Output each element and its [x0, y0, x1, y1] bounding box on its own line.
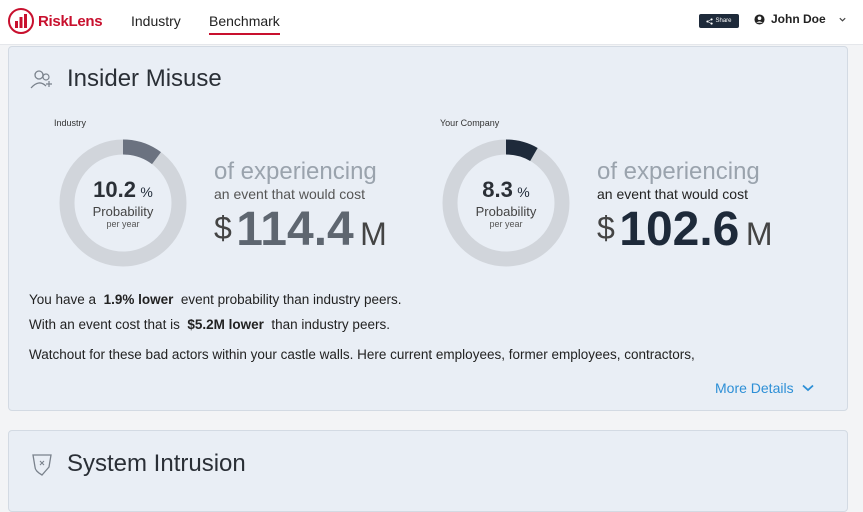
- industry-donut-center: 10.2 % Probability per year: [59, 177, 187, 229]
- share-label: Share: [715, 18, 732, 24]
- industry-currency: $: [214, 210, 232, 246]
- summary2-bold: $5.2M lower: [187, 317, 264, 332]
- chevron-down-icon: [839, 17, 846, 22]
- industry-would-cost: an event that would cost: [214, 186, 365, 202]
- nav-benchmark[interactable]: Benchmark: [209, 13, 280, 29]
- company-label: Your Company: [440, 118, 500, 128]
- risklens-logo[interactable]: RiskLens: [8, 8, 103, 34]
- company-cost-block: of experiencing an event that would cost…: [597, 160, 772, 254]
- chevron-down-icon: [801, 384, 814, 392]
- more-details-link[interactable]: More Details: [715, 380, 814, 396]
- share-icon: [706, 17, 714, 25]
- top-bar: RiskLens Industry Benchmark Share John D…: [0, 0, 863, 45]
- card-title: Insider Misuse: [67, 65, 222, 92]
- company-per-year: per year: [489, 219, 523, 229]
- industry-cost-block: of experiencing an event that would cost…: [214, 160, 387, 254]
- card-title: System Intrusion: [67, 450, 246, 477]
- company-pct-unit: %: [517, 184, 530, 200]
- description-text: Watchout for these bad actors within you…: [29, 347, 695, 362]
- user-group-icon: [30, 70, 52, 89]
- more-details-label: More Details: [715, 380, 794, 396]
- company-prob-label: Probability: [475, 204, 537, 219]
- summary2-post: than industry peers.: [271, 317, 390, 332]
- industry-pct: 10.2: [93, 177, 136, 202]
- insider-misuse-card: Insider Misuse Industry 10.2 % Probabili…: [8, 46, 848, 411]
- industry-of-experiencing: of experiencing: [214, 158, 377, 185]
- company-currency: $: [597, 210, 615, 246]
- shield-icon: [32, 454, 52, 476]
- probability-summary: You have a 1.9% lower event probability …: [29, 292, 402, 307]
- share-button[interactable]: Share: [699, 14, 739, 28]
- industry-amount: 114.4: [236, 203, 354, 256]
- company-would-cost: an event that would cost: [597, 186, 748, 202]
- company-amount: 102.6: [619, 203, 740, 256]
- industry-label: Industry: [54, 118, 87, 128]
- company-unit: M: [745, 216, 773, 252]
- industry-unit: M: [360, 216, 387, 252]
- company-pct: 8.3: [482, 177, 513, 202]
- cost-summary: With an event cost that is $5.2M lower t…: [29, 317, 390, 332]
- nav-industry[interactable]: Industry: [131, 13, 181, 29]
- industry-per-year: per year: [106, 219, 140, 229]
- industry-pct-unit: %: [140, 184, 153, 200]
- company-donut-center: 8.3 % Probability per year: [442, 177, 570, 229]
- logo-icon: [8, 8, 34, 34]
- brand-name: RiskLens: [38, 12, 103, 30]
- summary1-post: event probability than industry peers.: [180, 292, 402, 307]
- summary1-bold: 1.9% lower: [103, 292, 174, 307]
- user-icon: [754, 13, 765, 25]
- industry-prob-label: Probability: [92, 204, 154, 219]
- active-tab-indicator: [209, 33, 280, 35]
- company-of-experiencing: of experiencing: [597, 158, 760, 185]
- user-menu[interactable]: John Doe: [754, 12, 847, 26]
- summary2-pre: With an event cost that is: [29, 317, 180, 332]
- user-name: John Doe: [771, 12, 826, 26]
- summary1-pre: You have a: [29, 292, 97, 307]
- system-intrusion-card[interactable]: System Intrusion: [8, 430, 848, 512]
